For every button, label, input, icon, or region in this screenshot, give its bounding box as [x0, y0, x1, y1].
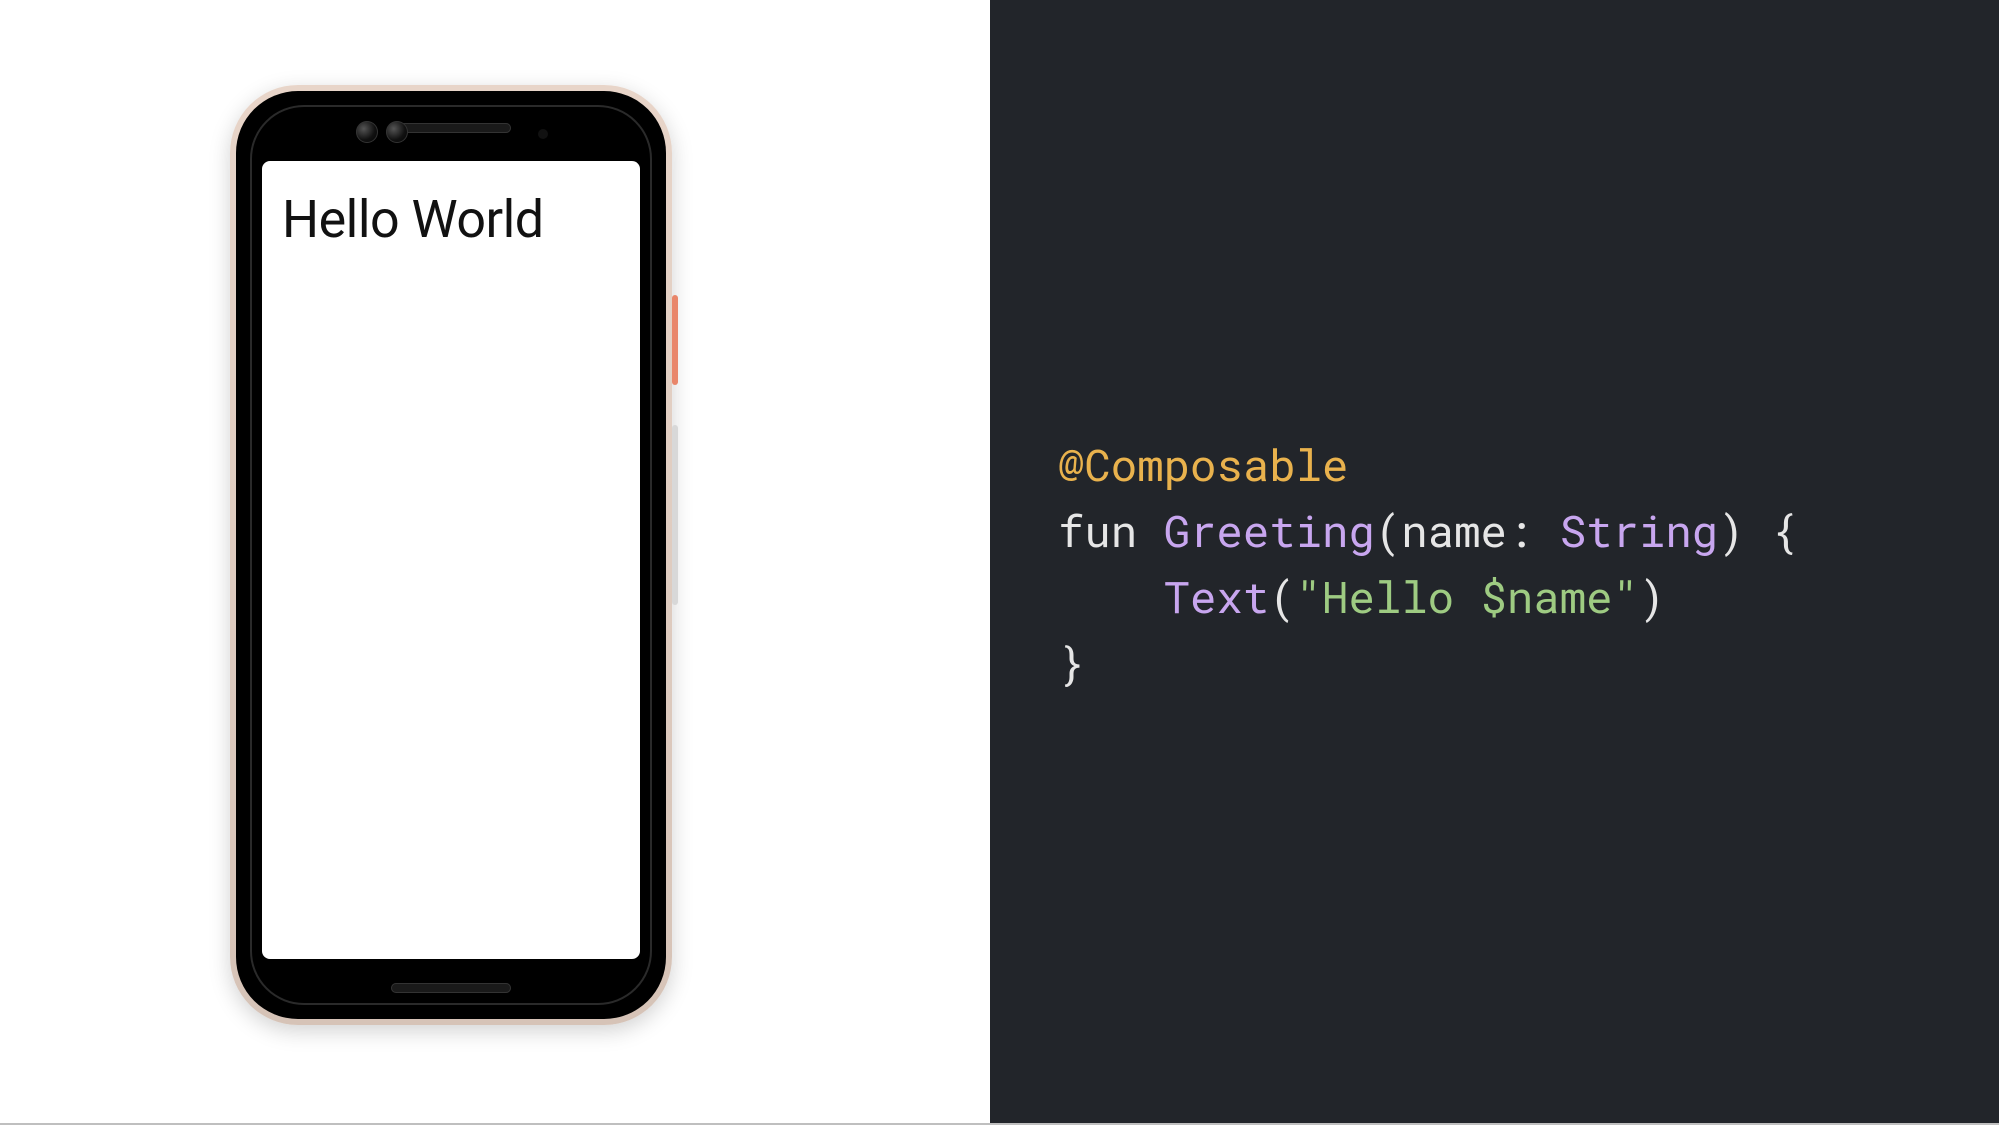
code-call-close: ) [1639, 567, 1665, 625]
code-param-type: String [1560, 501, 1718, 559]
code-annotation: @Composable [1058, 435, 1348, 493]
code-call-open: ( [1269, 567, 1295, 625]
phone-mockup: Hello World [230, 85, 672, 1025]
front-camera-icon [356, 121, 378, 143]
phone-body: Hello World [236, 91, 666, 1019]
code-indent [1058, 567, 1164, 625]
code-colon: : [1507, 501, 1560, 559]
code-call-name: Text [1164, 567, 1270, 625]
code-close-paren-brace: ) { [1718, 501, 1797, 559]
power-button-icon [672, 295, 678, 385]
bottom-speaker-icon [391, 983, 511, 993]
slide: Hello World @Composable fun Greeting(nam… [0, 0, 1999, 1125]
code-panel: @Composable fun Greeting(name: String) {… [990, 0, 1999, 1125]
proximity-sensor-icon [538, 129, 548, 139]
code-string-literal: "Hello $name" [1296, 567, 1639, 625]
phone-preview-panel: Hello World [0, 0, 990, 1125]
code-snippet: @Composable fun Greeting(name: String) {… [990, 431, 1837, 695]
earpiece-icon [391, 123, 511, 133]
code-keyword-fun: fun [1058, 501, 1137, 559]
code-close-brace: } [1058, 633, 1084, 691]
code-function-name: Greeting [1164, 501, 1375, 559]
app-content: Hello World [262, 161, 640, 278]
code-param-name: name [1401, 501, 1507, 559]
greeting-text: Hello World [282, 189, 620, 250]
volume-rocker-icon [672, 425, 678, 605]
code-open-paren: ( [1375, 501, 1401, 559]
front-camera-icon [386, 121, 408, 143]
phone-screen: Hello World [262, 161, 640, 959]
